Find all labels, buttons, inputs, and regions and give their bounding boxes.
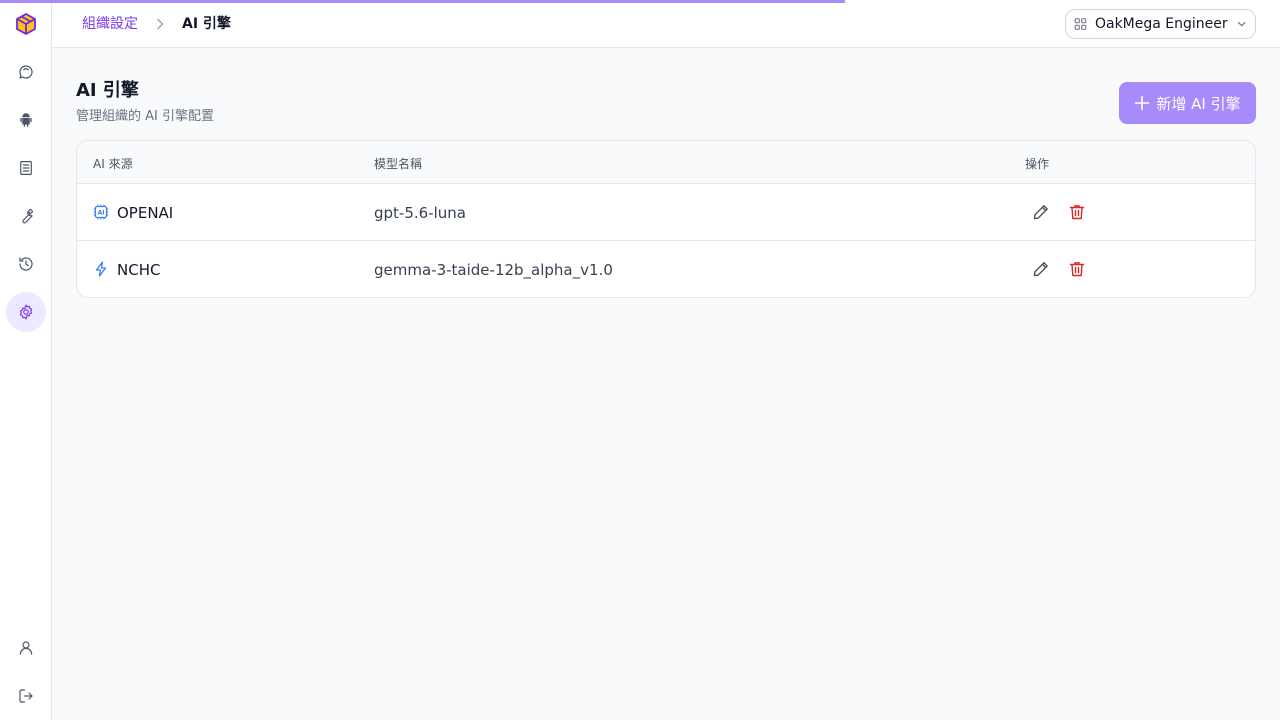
organization-name: OakMega Engineer <box>1094 16 1228 32</box>
loading-progress-bar <box>0 0 845 3</box>
organization-selector[interactable]: OakMega Engineer <box>1065 9 1256 39</box>
column-header-source: AI 來源 <box>93 157 133 171</box>
model-name: gpt-5.6-luna <box>374 204 466 222</box>
edit-icon[interactable] <box>1032 203 1050 221</box>
add-button-label: 新增 AI 引擎 <box>1156 94 1241 113</box>
ai-engine-table: AI 來源 模型名稱 操作 AI OPENAI gpt-5.6-luna NCH… <box>76 140 1256 298</box>
sidebar-item-settings[interactable] <box>6 292 46 332</box>
breadcrumb-parent-link[interactable]: 組織設定 <box>82 14 138 34</box>
chevron-down-icon <box>1237 22 1246 27</box>
sidebar-item-tools[interactable] <box>6 196 46 236</box>
sidebar-item-documents[interactable] <box>6 148 46 188</box>
top-bar: 組織設定 AI 引擎 OakMega Engineer <box>52 0 1280 48</box>
column-header-model: 模型名稱 <box>374 157 423 171</box>
trash-icon[interactable] <box>1068 203 1086 221</box>
logo-icon[interactable] <box>14 12 38 36</box>
column-header-actions: 操作 <box>1025 157 1050 171</box>
sidebar <box>0 0 52 720</box>
plus-icon <box>1135 95 1150 111</box>
page-title: AI 引擎 <box>76 80 139 101</box>
table-header: AI 來源 模型名稱 操作 <box>77 141 1255 184</box>
sidebar-item-logout[interactable] <box>6 676 46 716</box>
document-icon <box>20 161 32 175</box>
ai-source-name: NCHC <box>117 261 161 279</box>
model-name: gemma-3-taide-12b_alpha_v1.0 <box>374 261 613 279</box>
chevron-right-icon <box>157 18 164 30</box>
trash-icon[interactable] <box>1068 260 1086 278</box>
android-icon <box>20 113 32 127</box>
table-row: AI OPENAI gpt-5.6-luna <box>77 184 1255 241</box>
sidebar-item-history[interactable] <box>6 244 46 284</box>
logout-icon <box>19 689 33 703</box>
grid-icon <box>1074 18 1087 30</box>
chat-icon <box>19 65 33 79</box>
table-row: NCHC gemma-3-taide-12b_alpha_v1.0 <box>77 241 1255 297</box>
page-subtitle: 管理組織的 AI 引擎配置 <box>76 109 214 124</box>
sidebar-item-bots[interactable] <box>6 100 46 140</box>
edit-icon[interactable] <box>1032 260 1050 278</box>
sidebar-item-profile[interactable] <box>6 628 46 668</box>
user-icon <box>19 641 33 655</box>
breadcrumb-current: AI 引擎 <box>182 16 231 32</box>
ai-source-name: OPENAI <box>117 204 174 222</box>
gear-icon <box>19 304 33 320</box>
svg-text:AI: AI <box>97 210 104 217</box>
sidebar-item-chat[interactable] <box>6 52 46 92</box>
add-ai-engine-button[interactable]: 新增 AI 引擎 <box>1119 82 1256 124</box>
lightning-icon <box>95 261 107 277</box>
wrench-icon <box>22 208 34 224</box>
ai-chip-icon: AI <box>93 204 109 220</box>
history-icon <box>19 257 33 271</box>
